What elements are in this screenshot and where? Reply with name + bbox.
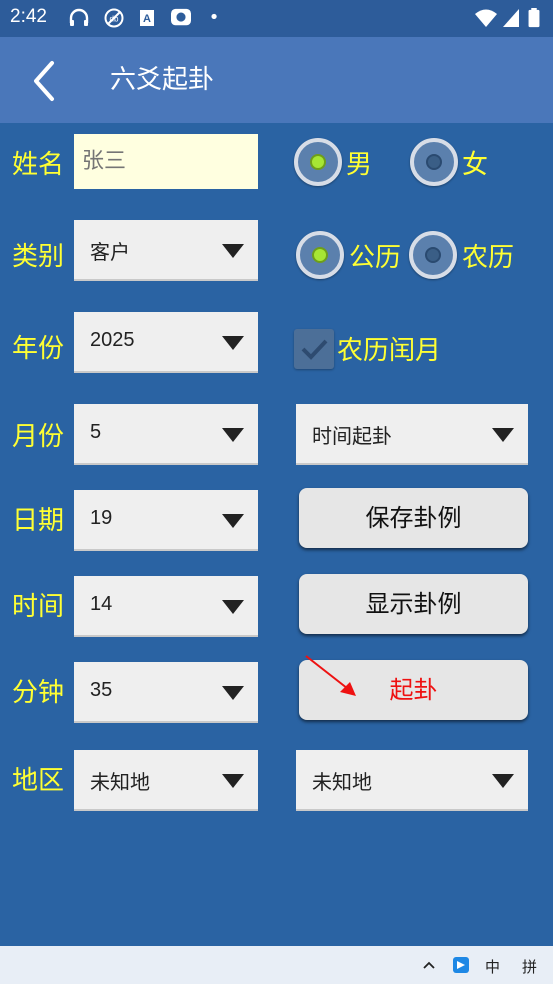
sub-region-value: 未知地 <box>312 770 372 794</box>
region-label: 地区 <box>12 766 65 796</box>
save-case-button[interactable]: 保存卦例 <box>299 488 528 548</box>
day-value: 19 <box>90 507 113 529</box>
pointer-arrow-icon <box>305 655 356 696</box>
name-input[interactable] <box>74 134 258 189</box>
status-time: 2:42 <box>10 6 47 27</box>
headset-icon <box>69 8 89 26</box>
month-select[interactable]: 5 <box>74 404 258 465</box>
calendar-lunar-radio[interactable] <box>409 231 457 279</box>
day-label: 日期 <box>12 506 65 536</box>
wifi-icon <box>475 9 497 27</box>
signal-icon <box>503 9 519 27</box>
do-not-disturb-icon: db <box>104 8 124 28</box>
month-label: 月份 <box>12 422 65 452</box>
year-select[interactable]: 2025 <box>74 312 258 373</box>
notification-app-icon <box>171 8 191 26</box>
status-bar: 2:42 db A • <box>0 0 553 37</box>
chevron-up-icon[interactable] <box>422 960 436 970</box>
show-case-button[interactable]: 显示卦例 <box>299 574 528 634</box>
gender-male-radio[interactable] <box>294 138 342 186</box>
minute-value: 35 <box>90 679 113 701</box>
dropdown-caret-icon <box>222 686 244 700</box>
day-select[interactable]: 19 <box>74 490 258 551</box>
sub-region-select[interactable]: 未知地 <box>296 750 528 811</box>
font-app-icon: A <box>140 10 154 26</box>
dropdown-caret-icon <box>222 428 244 442</box>
hour-value: 14 <box>90 593 113 615</box>
more-notifications-dot-icon: • <box>208 7 220 28</box>
gender-male-label: 男 <box>346 150 373 180</box>
hour-label: 时间 <box>12 592 65 622</box>
app-bar: 六爻起卦 <box>0 37 553 123</box>
dropdown-caret-icon <box>222 244 244 258</box>
minute-select[interactable]: 35 <box>74 662 258 723</box>
dropdown-caret-icon <box>222 600 244 614</box>
back-arrow-icon[interactable] <box>28 59 64 103</box>
category-select[interactable]: 客户 <box>74 220 258 281</box>
dropdown-caret-icon <box>222 774 244 788</box>
method-value: 时间起卦 <box>312 424 392 448</box>
gender-female-radio[interactable] <box>410 138 458 186</box>
dropdown-caret-icon <box>222 336 244 350</box>
input-method-logo-icon[interactable] <box>453 957 469 973</box>
minute-label: 分钟 <box>12 678 65 708</box>
region-select[interactable]: 未知地 <box>74 750 258 811</box>
svg-text:A: A <box>143 13 151 25</box>
checkmark-icon <box>301 339 328 360</box>
method-select[interactable]: 时间起卦 <box>296 404 528 465</box>
dropdown-caret-icon <box>222 514 244 528</box>
navigation-bar: 中 拼 <box>0 946 553 984</box>
ime-layout-toggle[interactable]: 拼 <box>522 956 537 977</box>
battery-icon <box>528 8 540 28</box>
year-value: 2025 <box>90 329 135 351</box>
leap-month-checkbox[interactable] <box>294 329 334 369</box>
month-value: 5 <box>90 421 102 443</box>
hour-select[interactable]: 14 <box>74 576 258 637</box>
ime-mode-toggle[interactable]: 中 <box>485 956 500 977</box>
gender-female-label: 女 <box>462 150 489 180</box>
dropdown-caret-icon <box>492 774 514 788</box>
year-label: 年份 <box>12 334 65 364</box>
app-title: 六爻起卦 <box>110 65 215 95</box>
dropdown-caret-icon <box>492 428 514 442</box>
category-value: 客户 <box>90 240 130 264</box>
name-label: 姓名 <box>12 150 65 180</box>
calendar-lunar-label: 农历 <box>462 243 515 273</box>
leap-month-label: 农历闰月 <box>337 336 442 366</box>
region-value: 未知地 <box>90 770 150 794</box>
svg-text:db: db <box>110 15 119 24</box>
calendar-solar-radio[interactable] <box>296 231 344 279</box>
calendar-solar-label: 公历 <box>349 243 402 273</box>
category-label: 类别 <box>12 242 65 272</box>
